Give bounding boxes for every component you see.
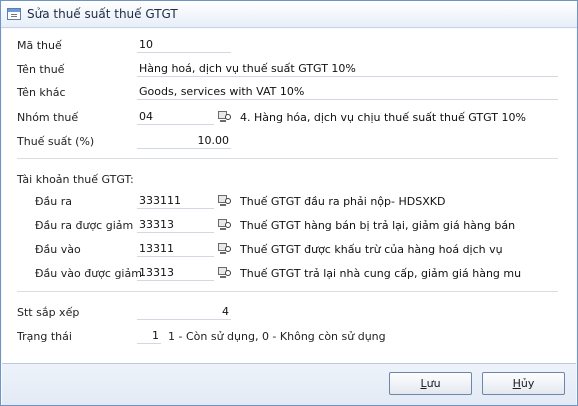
sort-order-label: Stt sắp xếp: [17, 306, 80, 319]
lookup-icon[interactable]: [217, 266, 233, 279]
tax-group-description: 4. Hàng hóa, dịch vụ chịu thuế suất thuế…: [240, 111, 526, 124]
input-reduced-account-field[interactable]: 13313: [137, 265, 214, 281]
status-field[interactable]: 1: [137, 328, 161, 344]
tax-name-label: Tên thuế: [17, 63, 65, 76]
vat-accounts-heading: Tài khoản thuế GTGT:: [17, 173, 134, 186]
input-account-description: Thuế GTGT được khấu trừ của hàng hoá dịc…: [240, 243, 503, 256]
status-hint: 1 - Còn sử dụng, 0 - Không còn sử dụng: [168, 330, 386, 343]
input-account-field[interactable]: 13311: [137, 241, 214, 257]
other-name-field[interactable]: Goods, services with VAT 10%: [137, 84, 558, 100]
tax-name-field[interactable]: Hàng hoá, dịch vụ thuế suất GTGT 10%: [137, 61, 558, 77]
lookup-icon[interactable]: [217, 194, 233, 207]
tax-rate-label: Thuế suất (%): [17, 135, 95, 148]
output-reduced-account-description: Thuế GTGT hàng bán bị trả lại, giảm giá …: [240, 219, 516, 232]
form-body: Mã thuế 10 Tên thuế Hàng hoá, dịch vụ th…: [2, 29, 576, 363]
cancel-label: ủy: [520, 377, 535, 390]
edit-tax-rate-window: Sửa thuế suất thuế GTGT Mã thuế 10 Tên t…: [0, 0, 578, 406]
sort-order-field[interactable]: 4: [137, 304, 231, 320]
section-divider: [17, 158, 558, 159]
status-label: Trạng thái: [17, 330, 72, 343]
tax-code-label: Mã thuế: [17, 39, 62, 52]
lookup-icon[interactable]: [217, 242, 233, 255]
tax-group-label: Nhóm thuế: [17, 111, 79, 124]
tax-code-field[interactable]: 10: [137, 37, 231, 53]
tax-rate-field[interactable]: 10.00: [137, 133, 231, 149]
save-label: ưu: [426, 377, 441, 390]
input-reduced-account-description: Thuế GTGT trả lại nhà cung cấp, giảm giá…: [240, 267, 522, 280]
cancel-accelerator: H: [512, 377, 521, 390]
button-bar: Lưu Hủy: [2, 363, 576, 405]
title-bar: Sửa thuế suất thuế GTGT: [1, 1, 577, 28]
output-reduced-account-label: Đầu ra được giảm: [35, 219, 134, 232]
lookup-icon[interactable]: [217, 218, 233, 231]
output-account-description: Thuế GTGT đầu ra phải nộp- HDSXKD: [240, 195, 446, 208]
tax-group-field[interactable]: 04: [137, 109, 214, 125]
output-account-label: Đầu ra: [35, 195, 72, 208]
cancel-button[interactable]: Hủy: [482, 372, 565, 395]
output-account-field[interactable]: 333111: [137, 193, 214, 209]
input-reduced-account-label: Đầu vào được giảm: [35, 267, 142, 280]
save-button[interactable]: Lưu: [389, 372, 472, 395]
other-name-label: Tên khác: [17, 86, 66, 99]
input-account-label: Đầu vào: [35, 243, 81, 256]
window-title: Sửa thuế suất thuế GTGT: [27, 7, 178, 21]
form-icon: [7, 8, 21, 20]
lookup-icon[interactable]: [217, 110, 233, 123]
section-divider: [17, 291, 558, 292]
output-reduced-account-field[interactable]: 33313: [137, 217, 214, 233]
